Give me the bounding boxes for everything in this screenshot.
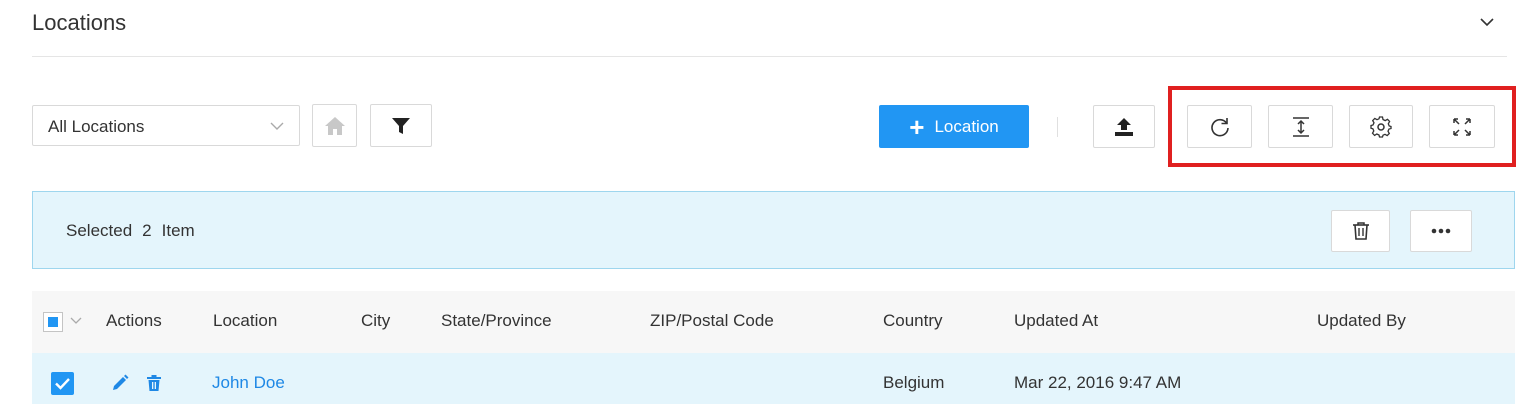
column-header-actions: Actions: [106, 311, 162, 330]
selection-prefix: Selected: [66, 221, 133, 240]
trash-icon: [1352, 222, 1369, 240]
filter-button[interactable]: [370, 104, 432, 147]
column-header-updated-by[interactable]: Updated By: [1317, 311, 1406, 331]
row-checkbox[interactable]: [51, 372, 74, 395]
highlight-box: [1168, 86, 1516, 167]
cell-updated-at: Mar 22, 2016 9:47 AM: [1014, 373, 1182, 392]
title-divider: [32, 56, 1507, 57]
chevron-down-icon[interactable]: [69, 316, 83, 326]
column-header-state[interactable]: State/Province: [441, 311, 552, 331]
filter-icon: [392, 117, 410, 134]
pencil-icon[interactable]: [111, 374, 129, 392]
column-header-updated-at[interactable]: Updated At: [1014, 311, 1098, 331]
add-location-label: Location: [934, 116, 999, 136]
cell-country: Belgium: [883, 373, 945, 392]
selection-count: 2: [142, 221, 152, 240]
column-header-country[interactable]: Country: [883, 311, 943, 331]
column-header-location[interactable]: Location: [213, 311, 277, 331]
column-header-city[interactable]: City: [361, 311, 390, 331]
upload-button[interactable]: [1093, 105, 1155, 148]
chevron-down-icon: [270, 122, 284, 130]
home-icon: [324, 116, 345, 135]
add-location-button[interactable]: + Location: [879, 105, 1029, 148]
selection-suffix: Item: [161, 221, 195, 240]
location-filter-value: All Locations: [48, 117, 145, 136]
delete-selected-button[interactable]: [1331, 210, 1390, 252]
select-all-checkbox[interactable]: [43, 312, 63, 332]
selection-bar: [32, 191, 1515, 269]
selection-summary: Selected 2 Item: [66, 221, 205, 241]
more-button[interactable]: [1410, 210, 1472, 252]
more-icon: [1431, 228, 1451, 234]
page-title: Locations: [32, 10, 127, 35]
trash-icon[interactable]: [146, 374, 162, 392]
plus-icon: +: [909, 111, 925, 142]
column-header-zip[interactable]: ZIP/Postal Code: [650, 311, 774, 331]
checkbox-icon: [55, 378, 70, 390]
cell-location[interactable]: John Doe: [212, 373, 285, 393]
upload-icon: [1115, 117, 1133, 136]
collapse-button[interactable]: [1475, 10, 1499, 34]
home-button[interactable]: [312, 104, 357, 147]
location-filter-select[interactable]: All Locations: [32, 105, 300, 146]
toolbar-divider: [1057, 117, 1058, 137]
chevron-down-icon: [1480, 18, 1494, 27]
